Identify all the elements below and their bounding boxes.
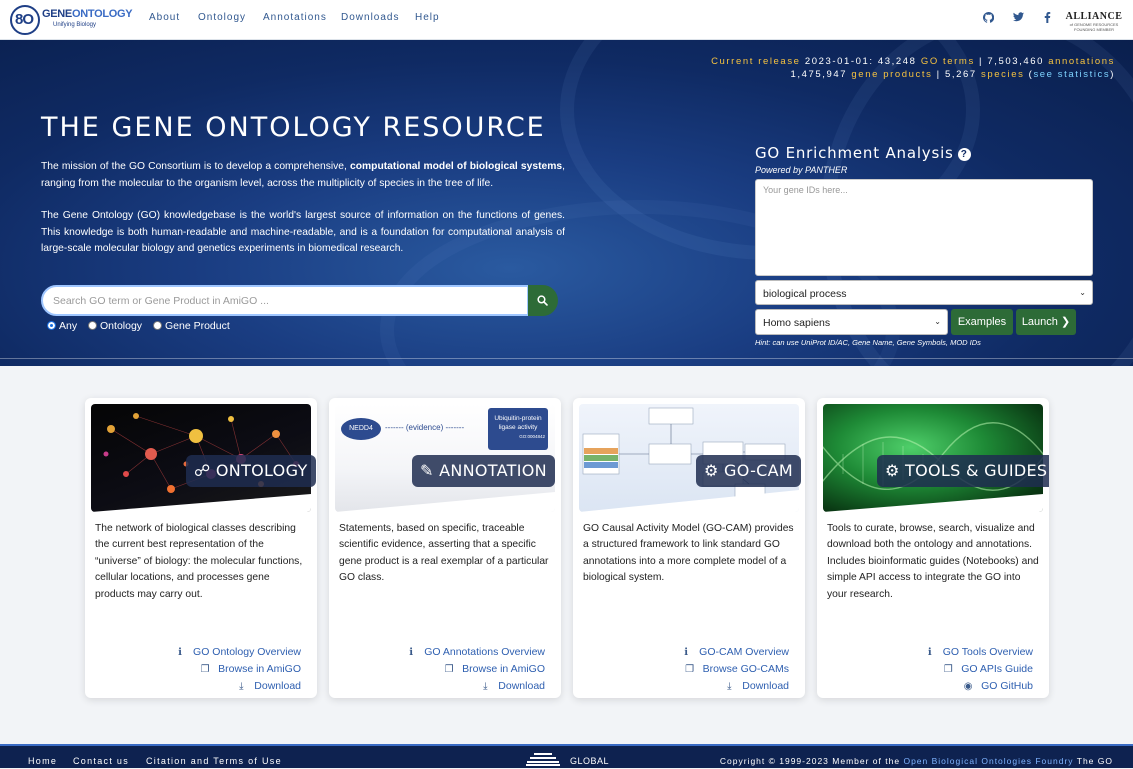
footer-home-link[interactable]: Home [28, 756, 57, 766]
go-logo-icon: 8O [10, 5, 40, 35]
link-go-annotations-overview[interactable]: ℹ GO Annotations Overview [404, 646, 545, 658]
aspect-select[interactable]: biological process ⌄ [755, 280, 1093, 305]
nav-downloads[interactable]: Downloads [341, 12, 399, 23]
edit-icon: ✎ [420, 461, 434, 480]
share-icon: ☍ [194, 461, 211, 480]
link-download[interactable]: ⤓ Download [234, 680, 301, 692]
page-title: THE GENE ONTOLOGY RESOURCE [41, 112, 546, 143]
evidence-edge: ------- (evidence) ------- [385, 423, 465, 432]
launch-button[interactable]: Launch ❯ [1016, 309, 1076, 335]
nav-help[interactable]: Help [415, 12, 440, 23]
help-icon[interactable]: ? [957, 148, 971, 161]
link-go-cam-overview[interactable]: ℹ GO-CAM Overview [679, 646, 789, 658]
link-browse-amigo[interactable]: ❐ Browse in AmiGO [198, 663, 301, 675]
global-core-logo-icon [526, 750, 560, 766]
enrichment-title: GO Enrichment Analysis? [755, 144, 971, 162]
link-go-github[interactable]: ◉ GO GitHub [961, 680, 1033, 692]
radio-any[interactable]: Any [47, 320, 77, 332]
footer: Home Contact us Citation and Terms of Us… [0, 744, 1133, 768]
hero-divider [0, 358, 1133, 359]
twitter-icon[interactable] [1011, 12, 1025, 25]
see-statistics-link[interactable]: see statistics [1033, 69, 1110, 80]
github-icon[interactable] [981, 11, 995, 26]
examples-button[interactable]: Examples [951, 309, 1013, 335]
link-browse-go-cams[interactable]: ❐ Browse GO-CAMs [683, 663, 789, 675]
go-cam-badge: ⚙ GO-CAM [696, 455, 801, 487]
card-description: The network of biological classes descri… [95, 523, 303, 600]
card-description: GO Causal Activity Model (GO-CAM) provid… [583, 523, 794, 584]
enrichment-hint: Hint: can use UniProt ID/AC, Gene Name, … [755, 338, 981, 347]
ontology-badge: ☍ ONTOLOGY [186, 455, 316, 487]
chevron-right-icon: ❯ [1060, 316, 1071, 328]
nav-ontology[interactable]: Ontology [198, 12, 246, 23]
download-icon: ⤓ [483, 681, 488, 692]
knowledgebase-paragraph: The Gene Ontology (GO) knowledgebase is … [41, 210, 565, 254]
github-icon: ◉ [963, 681, 973, 692]
nav-about[interactable]: About [149, 12, 180, 23]
annotation-badge: ✎ ANNOTATION [412, 455, 555, 487]
card-description: Statements, based on specific, traceable… [339, 523, 549, 584]
gear-icon: ⚙ [885, 461, 900, 480]
mission-paragraph: The mission of the GO Consortium is to d… [41, 161, 565, 189]
info-icon: ℹ [178, 647, 182, 658]
copy-icon: ❐ [444, 664, 454, 675]
nav-annotations[interactable]: Annotations [263, 12, 327, 23]
gene-node: NEDD4 [341, 418, 381, 440]
card-go-cam: ⚙ GO-CAM GO Causal Activity Model (GO-CA… [573, 398, 805, 698]
search-icon [537, 295, 548, 306]
obo-foundry-link[interactable]: Open Biological Ontologies Foundry [903, 756, 1073, 766]
card-annotation: NEDD4 ------- (evidence) ------- Ubiquit… [329, 398, 561, 698]
copy-icon: ❐ [943, 664, 953, 675]
radio-gene-product[interactable]: Gene Product [152, 320, 230, 332]
powered-by-label: Powered by PANTHER [755, 165, 848, 175]
download-icon: ⤓ [727, 681, 732, 692]
card-description: Tools to curate, browse, search, visuali… [827, 523, 1039, 600]
radio-ontology[interactable]: Ontology [88, 320, 142, 332]
info-icon: ℹ [927, 647, 932, 658]
info-icon: ℹ [684, 647, 689, 658]
go-term-node: Ubiquitin-protein ligase activity GO:0004… [488, 408, 548, 450]
link-browse-amigo[interactable]: ❐ Browse in AmiGO [442, 663, 545, 675]
download-icon: ⤓ [239, 681, 244, 692]
alliance-logo[interactable]: ALLIANCE of GENOME RESOURCES FOUNDING ME… [1064, 3, 1124, 37]
link-download[interactable]: ⤓ Download [722, 680, 789, 692]
copy-icon: ❐ [200, 664, 210, 675]
release-stats-line-1: Current release 2023-01-01: 43,248 GO te… [711, 56, 1115, 67]
logo-tagline: Unifying Biology [53, 22, 97, 28]
search-button[interactable] [528, 285, 558, 316]
chevron-down-icon: ⌄ [934, 317, 941, 326]
footer-citation-link[interactable]: Citation and Terms of Use [146, 756, 282, 766]
gear-icon: ⚙ [704, 461, 719, 480]
global-core-label: GLOBAL [570, 756, 610, 766]
link-go-tools-overview[interactable]: ℹ GO Tools Overview [923, 646, 1033, 658]
card-tools-guides: ⚙ TOOLS & GUIDES Tools to curate, browse… [817, 398, 1049, 698]
footer-copyright: Copyright © 1999-2023 Member of the Open… [719, 756, 1113, 766]
tools-guides-badge: ⚙ TOOLS & GUIDES [877, 455, 1049, 487]
gene-ids-input[interactable] [755, 179, 1093, 276]
facebook-icon[interactable] [1040, 11, 1054, 26]
info-icon: ℹ [409, 647, 414, 658]
amigo-search-input[interactable] [41, 285, 529, 316]
copy-icon: ❐ [685, 664, 695, 675]
search-scope-radios: Any Ontology Gene Product [47, 320, 238, 332]
chevron-down-icon: ⌄ [1079, 288, 1086, 297]
go-logo[interactable]: 8O GENEONTOLOGY Unifying Biology [10, 5, 133, 35]
logo-name: GENEONTOLOGY [42, 8, 133, 20]
link-go-ontology-overview[interactable]: ℹ GO Ontology Overview [173, 646, 301, 658]
top-navbar: 8O GENEONTOLOGY Unifying Biology About O… [0, 0, 1133, 40]
release-stats-line-2: 1,475,947 gene products | 5,267 species … [790, 69, 1115, 80]
organism-select[interactable]: Homo sapiens ⌄ [755, 309, 948, 335]
footer-contact-link[interactable]: Contact us [73, 756, 129, 766]
card-ontology: ☍ ONTOLOGY The network of biological cla… [85, 398, 317, 698]
link-download[interactable]: ⤓ Download [478, 680, 545, 692]
link-go-apis-guide[interactable]: ❐ GO APIs Guide [941, 663, 1033, 675]
